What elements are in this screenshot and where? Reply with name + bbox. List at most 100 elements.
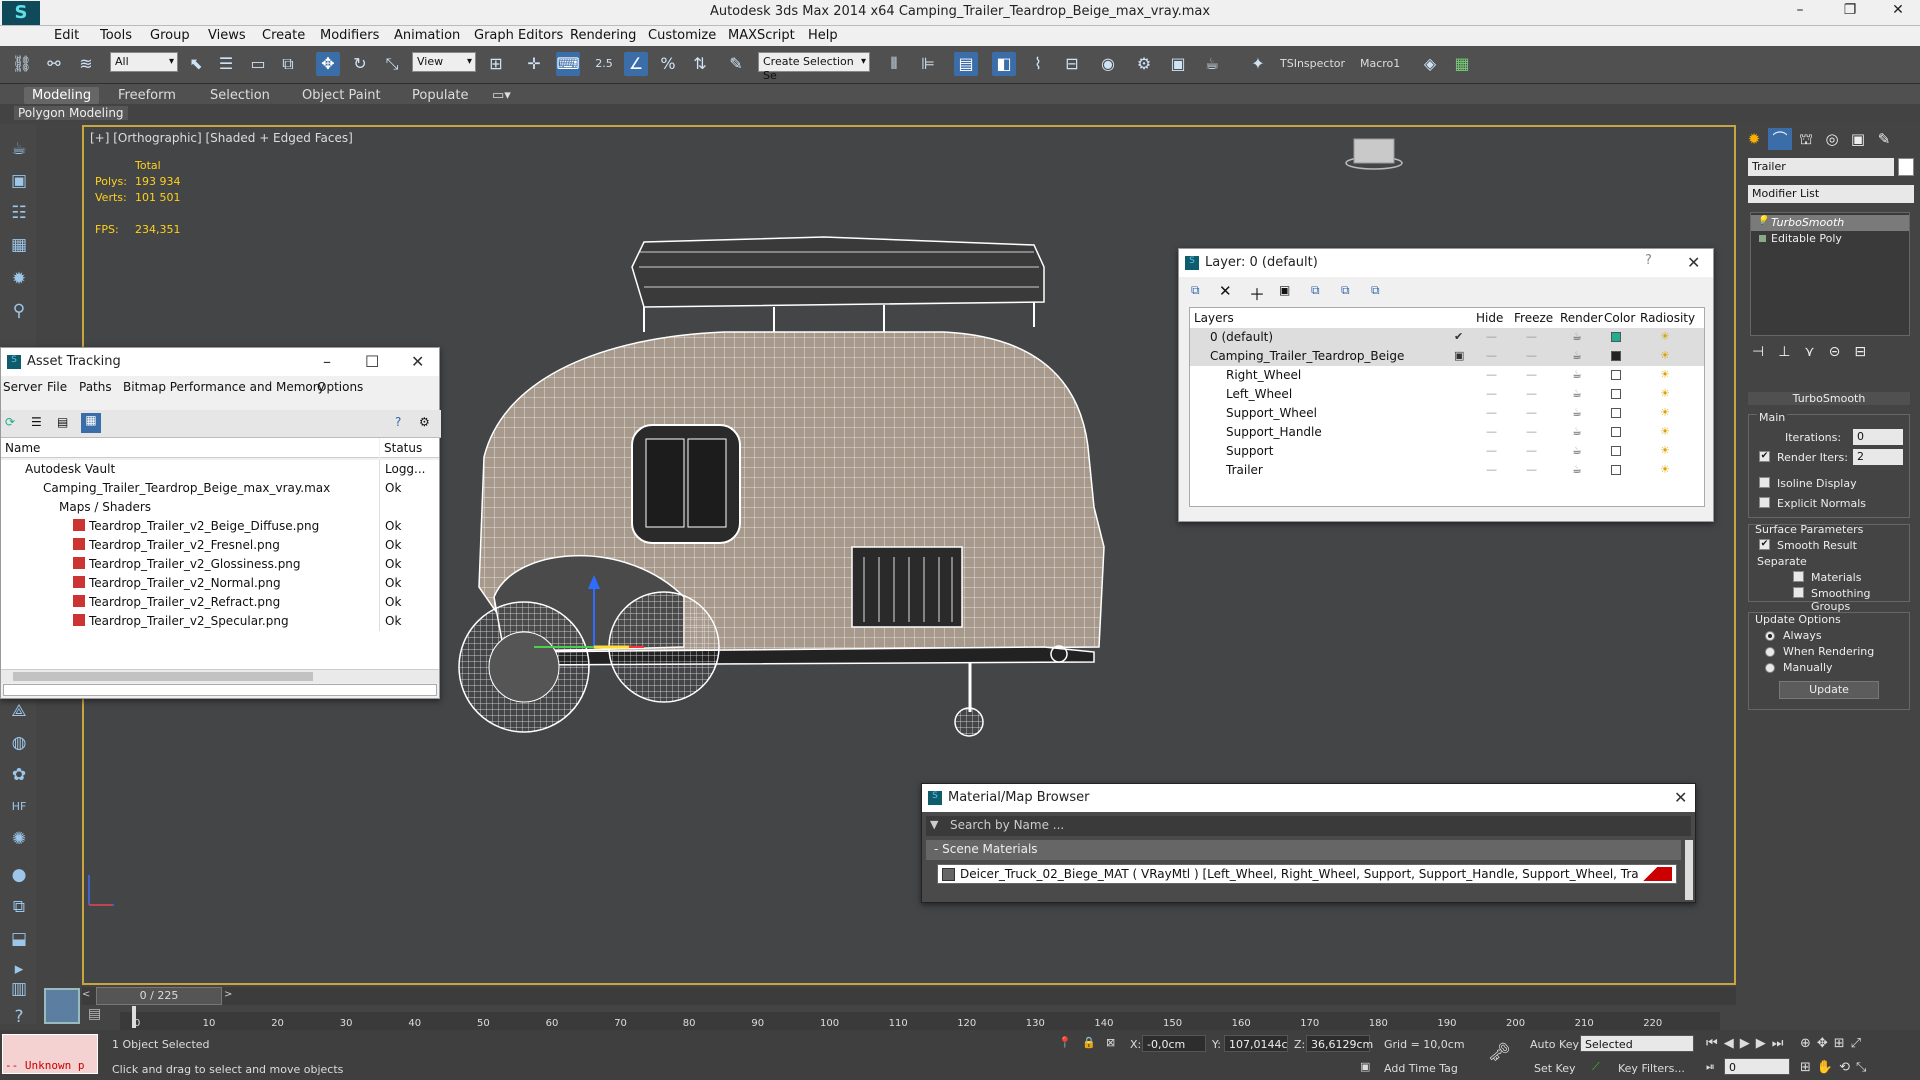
radiosity-icon[interactable]: ☀	[1660, 444, 1670, 457]
set-key-button[interactable]: Set Key	[1534, 1062, 1576, 1075]
y-coordinate-field[interactable]: 107,0144c	[1224, 1035, 1288, 1052]
key-mode-toggle-icon[interactable]: ⏯	[1706, 1060, 1715, 1074]
close-button[interactable]: ✕	[1878, 2, 1918, 18]
selection-filter-dropdown[interactable]: All	[110, 52, 178, 72]
tab-selection[interactable]: Selection	[202, 87, 278, 104]
spinner-snap-icon[interactable]: ⇅	[688, 52, 712, 76]
tab-modeling[interactable]: Modeling	[24, 87, 100, 104]
tab-object-paint[interactable]: Object Paint	[294, 87, 389, 104]
save-icon[interactable]: ▥	[6, 976, 32, 1002]
materials-checkbox[interactable]	[1793, 571, 1804, 582]
modify-tab-icon[interactable]: ⌒	[1768, 128, 1792, 150]
select-and-move-icon[interactable]: ✥	[316, 52, 340, 76]
radiosity-icon[interactable]: ☀	[1660, 406, 1670, 419]
layer-color-swatch[interactable]	[1611, 332, 1621, 342]
edit-named-selection-icon[interactable]: ✎	[724, 52, 748, 76]
close-icon[interactable]: ✕	[411, 352, 424, 371]
lock-selection-icon[interactable]: 🔒	[1082, 1036, 1096, 1049]
curve-editor-icon[interactable]: ⌇	[1026, 52, 1050, 76]
helper-icon[interactable]: ⚲	[6, 298, 32, 324]
material-item[interactable]: Deicer_Truck_02_Biege_MAT ( VRayMtl ) [L…	[937, 864, 1677, 884]
table-row[interactable]: Support_Handle — — ☕ ☀	[1190, 423, 1704, 442]
help-icon[interactable]: ?	[395, 415, 401, 429]
display-tab-icon[interactable]: ▣	[1846, 128, 1870, 150]
render-teapot-icon[interactable]: ☕	[1572, 406, 1582, 419]
keyboard-shortcut-override-icon[interactable]: ⌨	[556, 52, 580, 76]
material-browser-title-bar[interactable]: S Material/Map Browser ✕	[922, 784, 1695, 812]
table-row[interactable]: Right_Wheel — — ☕ ☀	[1190, 366, 1704, 385]
column-hide[interactable]: Hide	[1476, 308, 1503, 328]
always-radio[interactable]	[1765, 631, 1775, 641]
macro-label[interactable]: Macro1	[1360, 57, 1400, 70]
select-objects-icon[interactable]: ▣	[1279, 283, 1290, 297]
table-view-icon[interactable]: ▦	[81, 413, 101, 433]
maximize-icon[interactable]: ☐	[365, 352, 379, 371]
track-bar[interactable]	[120, 1012, 1720, 1030]
vertical-scrollbar[interactable]	[1685, 840, 1693, 900]
object-name-field[interactable]: Trailer	[1748, 158, 1894, 176]
freeze-toggle[interactable]: —	[1526, 463, 1537, 476]
hide-toggle[interactable]: —	[1486, 444, 1497, 457]
render-teapot-icon[interactable]: ☕	[1572, 444, 1582, 457]
close-icon[interactable]: ✕	[1687, 253, 1700, 272]
sphere-icon[interactable]: ◍	[6, 730, 32, 756]
freeze-toggle[interactable]: —	[1526, 406, 1537, 419]
pivot-center-icon[interactable]: ⊞	[484, 52, 508, 76]
radiosity-icon[interactable]: ☀	[1660, 330, 1670, 343]
time-tag-icon[interactable]: ▣	[1360, 1060, 1370, 1073]
list-icon[interactable]: ☷	[6, 200, 32, 226]
filter-dropdown-icon[interactable]: ▼	[930, 818, 938, 831]
expand-icon[interactable]	[1759, 235, 1766, 242]
hierarchy-tab-icon[interactable]: ⛫	[1794, 128, 1818, 150]
freeze-toggle[interactable]: —	[1526, 387, 1537, 400]
horizontal-scrollbar[interactable]	[1, 669, 439, 683]
hair-fur-icon[interactable]: HF	[6, 794, 32, 820]
help-button[interactable]: ?	[1645, 253, 1652, 268]
list-item[interactable]: Maps / Shaders	[1, 498, 439, 517]
key-tangent-icon[interactable]: ⟋	[1592, 1060, 1600, 1074]
menu-maxscript[interactable]: MAXScript	[728, 28, 795, 43]
bind-space-warp-icon[interactable]: ≋	[74, 52, 98, 76]
auto-key-button[interactable]: Auto Key	[1530, 1038, 1579, 1051]
playback-controls[interactable]: ⏮◀▶▶⏭	[1706, 1036, 1789, 1051]
stack-tools[interactable]: ⊣⊥⋎⊝⊟	[1752, 344, 1880, 360]
layers-icon[interactable]: ⧉	[6, 894, 32, 920]
render-teapot-icon[interactable]: ☕	[1572, 368, 1582, 381]
maxscript-listener[interactable]: -- Unknown p	[2, 1034, 98, 1074]
column-render[interactable]: Render	[1560, 308, 1603, 328]
update-button[interactable]: Update	[1779, 681, 1879, 699]
toggle-scene-explorer-icon[interactable]: ▤	[954, 52, 978, 76]
material-editor-icon[interactable]: ◉	[1096, 52, 1120, 76]
percent-snap-icon[interactable]: %	[656, 52, 680, 76]
globe-icon[interactable]: ●	[6, 862, 32, 888]
menu-group[interactable]: Group	[150, 28, 190, 43]
manipulate-icon[interactable]: ✛	[522, 52, 546, 76]
hide-toggle[interactable]: —	[1486, 330, 1497, 343]
manually-radio[interactable]	[1765, 663, 1775, 673]
viewport-label[interactable]: [+] [Orthographic] [Shaded + Edged Faces…	[90, 131, 353, 145]
track-bar-toggle-icon[interactable]: ▤	[88, 1006, 101, 1022]
asset-tracking-title-bar[interactable]: S Asset Tracking – ☐ ✕	[1, 348, 439, 376]
column-name[interactable]: Name	[1, 438, 379, 458]
light-icon[interactable]: ✹	[6, 266, 32, 292]
select-and-scale-icon[interactable]: ⤡	[380, 52, 404, 76]
column-layers[interactable]: Layers	[1194, 308, 1234, 328]
z-coordinate-field[interactable]: 36,6129cm	[1306, 1035, 1373, 1052]
menu-graph-editors[interactable]: Graph Editors	[474, 28, 563, 43]
key-mode-dropdown[interactable]: Selected	[1580, 1035, 1694, 1052]
asset-menu-options[interactable]: Options	[317, 380, 363, 394]
viewport-navigation-controls[interactable]: ⊕✥⊞⤢	[1800, 1036, 1867, 1051]
menu-rendering[interactable]: Rendering	[570, 28, 636, 43]
layer-color-swatch[interactable]	[1611, 446, 1621, 456]
when-rendering-radio[interactable]	[1765, 647, 1775, 657]
object-color-swatch[interactable]	[1898, 158, 1914, 176]
list-item[interactable]: Camping_Trailer_Teardrop_Beige_max_vray.…	[1, 479, 439, 498]
select-object-icon[interactable]: ⬉	[184, 52, 208, 76]
path-field[interactable]	[3, 684, 437, 696]
modifier-turbosmooth[interactable]: 💡 TurboSmooth	[1751, 215, 1909, 231]
list-item[interactable]: Teardrop_Trailer_v2_Refract.png Ok	[1, 593, 439, 612]
list-view-icon[interactable]: ☰	[31, 415, 42, 429]
key-filters-button[interactable]: Key Filters...	[1618, 1062, 1685, 1075]
diamond-icon[interactable]: ◈	[1418, 52, 1442, 76]
snaps-toggle-icon[interactable]: 2.5	[592, 52, 616, 76]
